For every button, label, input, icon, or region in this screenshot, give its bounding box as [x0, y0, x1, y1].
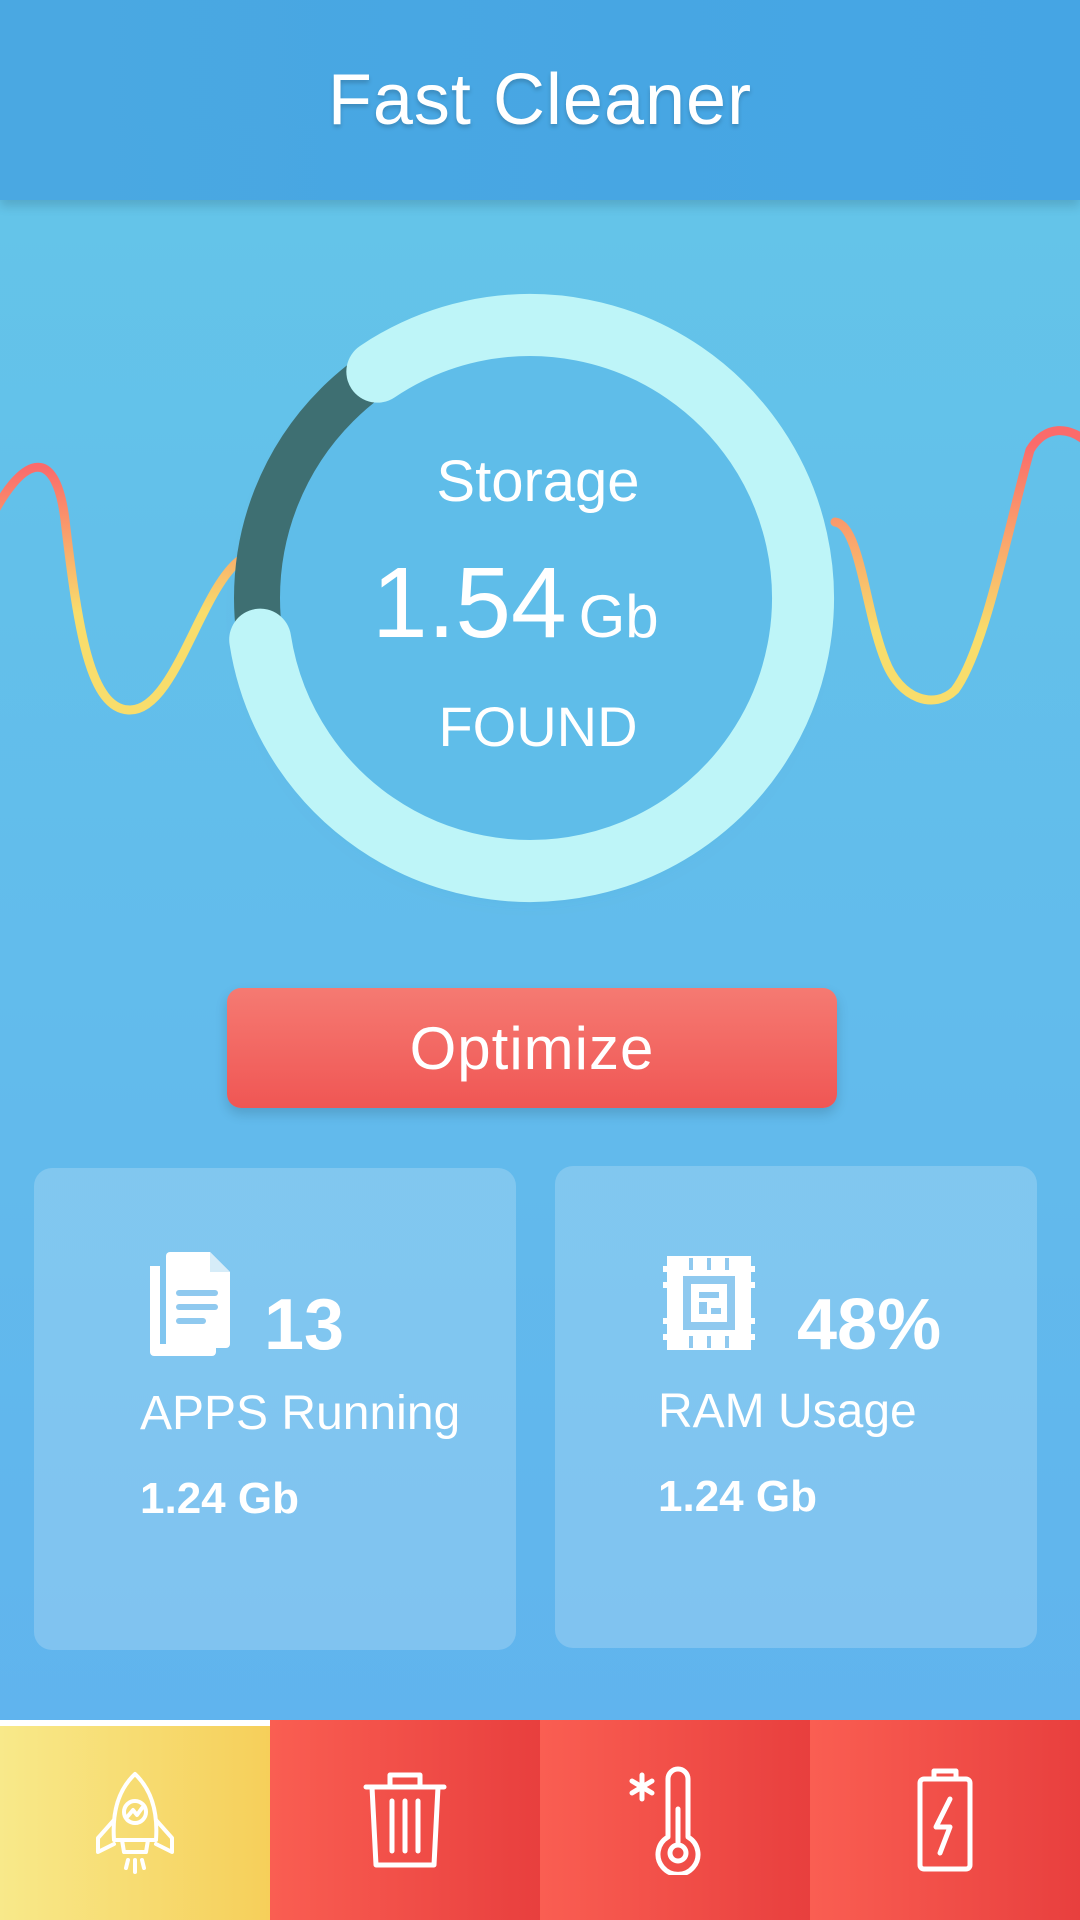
apps-count: 13: [264, 1285, 345, 1365]
app-title: Fast Cleaner: [327, 60, 753, 140]
ram-label: RAM Usage: [658, 1385, 917, 1438]
storage-label: Storage: [436, 449, 640, 514]
storage-unit: Gb: [578, 583, 659, 650]
apps-running-card[interactable]: 13 APPS Running 1.24 Gb: [34, 1168, 516, 1650]
tab-boost[interactable]: [0, 1720, 270, 1920]
found-label: FOUND: [438, 695, 638, 758]
document-icon: [150, 1252, 230, 1356]
tab-clean[interactable]: [270, 1720, 540, 1920]
storage-value: 1.54 Gb: [372, 548, 659, 658]
bottom-tab-bar: [0, 1720, 1080, 1920]
optimize-button[interactable]: Optimize: [227, 988, 837, 1108]
ram-size: 1.24 Gb: [658, 1472, 817, 1521]
trash-icon: [363, 1772, 447, 1868]
storage-amount: 1.54: [372, 547, 567, 659]
tab-cooler[interactable]: [540, 1720, 810, 1920]
battery-icon: [917, 1768, 973, 1872]
chip-icon: [663, 1256, 755, 1350]
rocket-icon: [96, 1772, 174, 1874]
apps-size: 1.24 Gb: [140, 1474, 299, 1523]
app-header: Fast Cleaner: [0, 0, 1080, 200]
thermometer-icon: [629, 1766, 701, 1875]
ram-usage-card[interactable]: 48% RAM Usage 1.24 Gb: [555, 1166, 1037, 1648]
tab-battery[interactable]: [810, 1720, 1080, 1920]
ram-percent: 48%: [797, 1285, 942, 1365]
apps-label: APPS Running: [140, 1387, 461, 1440]
